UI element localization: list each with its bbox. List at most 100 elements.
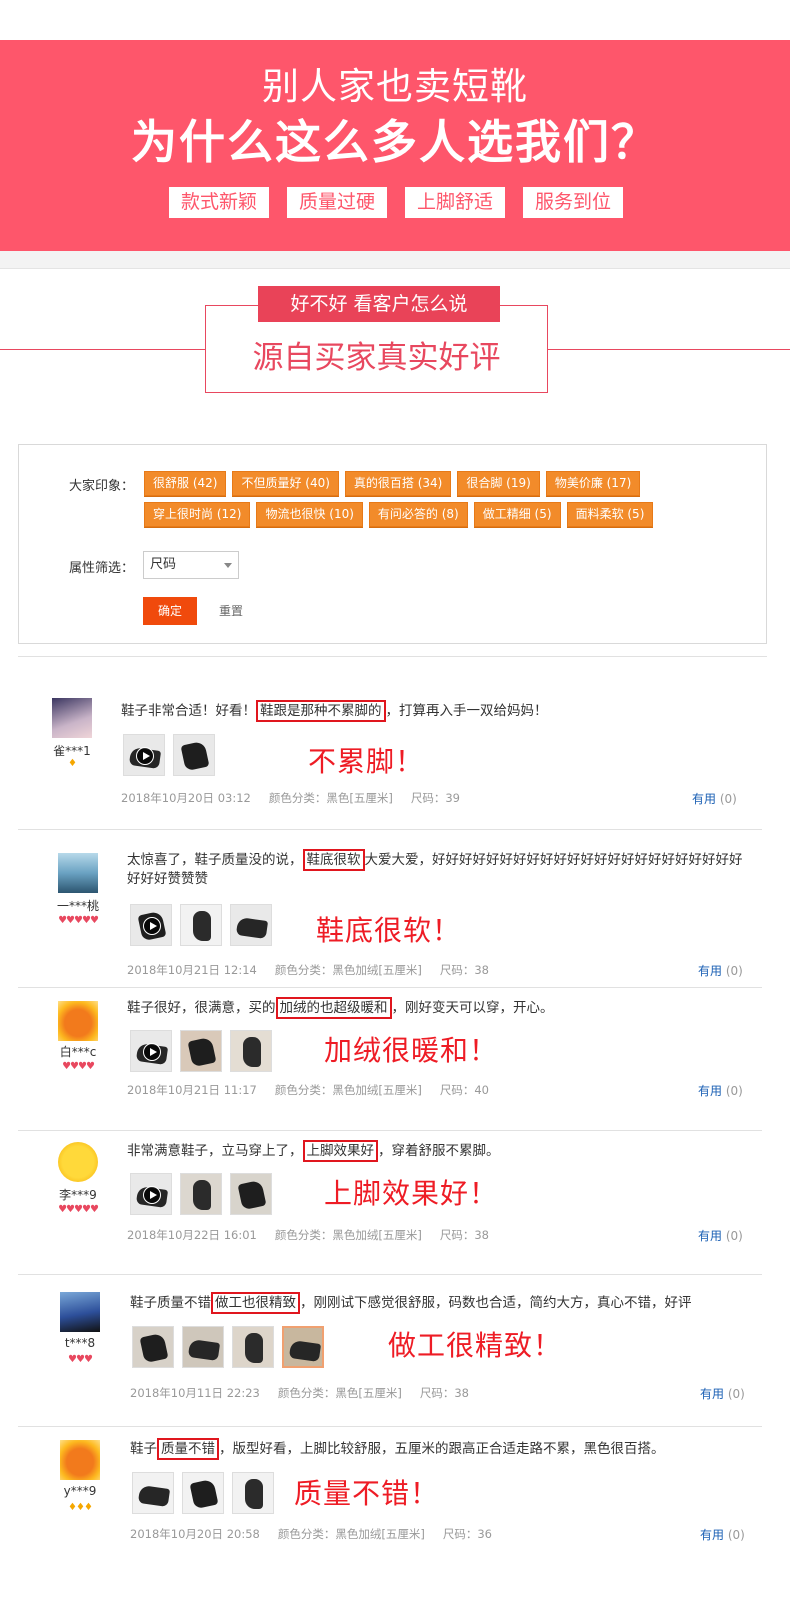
section-label: 好不好 看客户怎么说 [258, 286, 500, 322]
reputation-badge-icon: ♥♥♥ [68, 1354, 93, 1365]
divider [18, 1274, 762, 1275]
divider [18, 987, 762, 988]
play-icon [143, 917, 161, 935]
play-icon [136, 747, 154, 765]
review-photos [130, 1030, 272, 1072]
reputation-badge-icon: ♥♥♥♥♥ [58, 1204, 99, 1215]
hero-banner: 别人家也卖短靴 为什么这么多人选我们？ 款式新颖 质量过硬 上脚舒适 服务到位 [0, 40, 790, 251]
review-photo-thumb[interactable] [132, 1472, 174, 1514]
impression-chip[interactable]: 很舒服 (42) [144, 471, 227, 496]
impression-chip[interactable]: 穿上很时尚 (12) [144, 502, 251, 527]
divider [18, 1130, 762, 1131]
reset-button[interactable]: 重置 [219, 597, 243, 625]
review-size: 尺码：38 [439, 963, 489, 977]
useful-vote[interactable]: 有用 (0) [698, 1082, 743, 1099]
reviewer-name: 雀***1 [53, 744, 91, 758]
avatar[interactable] [52, 698, 92, 738]
review-text: 鞋子非常合适！好看！ 鞋跟是那种不累脚的 ，打算再入手一双给妈妈！ [121, 700, 731, 722]
useful-link[interactable]: 有用 [698, 1229, 722, 1243]
impression-chip[interactable]: 很合脚 (19) [457, 471, 540, 496]
review-photos [130, 904, 272, 946]
impression-chip[interactable]: 做工精细 (5) [473, 502, 561, 527]
impression-chips: 很舒服 (42) 不但质量好 (40) 真的很百搭 (34) 很合脚 (19) … [144, 471, 664, 527]
reviewer-name: 李***9 [59, 1188, 97, 1202]
useful-link[interactable]: 有用 [698, 1084, 722, 1098]
useful-vote[interactable]: 有用 (0) [700, 1526, 745, 1543]
reputation-badge-icon: ♥♥♥♥♥ [58, 915, 99, 926]
useful-link[interactable]: 有用 [700, 1528, 724, 1542]
review-text-part: 鞋子很好，很满意，买的 [127, 1000, 276, 1016]
review-highlight: 质量不错 [157, 1438, 219, 1460]
reputation-badge-icon: ♦♦♦ [68, 1502, 93, 1513]
impression-chip[interactable]: 物流也很快 (10) [256, 502, 363, 527]
divider [18, 1426, 762, 1427]
review-date: 2018年10月20日 20:58 [130, 1527, 260, 1541]
divider-band [0, 251, 790, 269]
play-icon [143, 1186, 161, 1204]
review-variant: 颜色分类：黑色加绒[五厘米] [277, 1527, 425, 1541]
chevron-down-icon [224, 563, 232, 568]
review-text-part: 非常满意鞋子，立马穿上了， [127, 1143, 303, 1159]
review-video-thumb[interactable] [130, 1173, 172, 1215]
review-variant: 颜色分类：黑色加绒[五厘米] [274, 963, 422, 977]
review-video-thumb[interactable] [130, 904, 172, 946]
avatar[interactable] [58, 853, 98, 893]
review-video-thumb[interactable] [130, 1030, 172, 1072]
review-size: 尺码：39 [410, 791, 460, 805]
review-photo-thumb[interactable] [230, 1030, 272, 1072]
highlight-callout: 加绒很暖和！ [324, 1034, 499, 1067]
review-text-part: ，刚刚试下感觉很舒服，码数也合适，简约大方，真心不错，好评 [300, 1295, 692, 1311]
useful-count: (0) [725, 1084, 743, 1098]
impression-chip[interactable]: 物美价廉 (17) [545, 471, 641, 496]
review-highlight: 鞋底很软 [302, 849, 365, 871]
review-size: 尺码：36 [442, 1527, 492, 1541]
useful-vote[interactable]: 有用 (0) [692, 790, 737, 807]
size-select[interactable]: 尺码 [143, 551, 239, 579]
useful-link[interactable]: 有用 [692, 792, 716, 806]
review-highlight: 做工也很精致 [211, 1292, 300, 1314]
impression-chip[interactable]: 真的很百搭 (34) [344, 471, 452, 496]
review-date: 2018年10月22日 16:01 [127, 1228, 257, 1242]
review-meta: 2018年10月21日 12:14 颜色分类：黑色加绒[五厘米] 尺码：38 [127, 962, 507, 978]
attribute-filter-label: 属性筛选： [69, 561, 135, 576]
avatar[interactable] [58, 1001, 98, 1041]
avatar[interactable] [60, 1292, 100, 1332]
highlight-callout: 做工很精致！ [388, 1329, 563, 1362]
review-photo-thumb[interactable] [182, 1472, 224, 1514]
review-photo-thumb[interactable] [180, 1173, 222, 1215]
review-photo-thumb[interactable] [232, 1326, 274, 1368]
confirm-button[interactable]: 确定 [143, 597, 197, 625]
review-date: 2018年10月20日 03:12 [121, 791, 251, 805]
review-photo-thumb[interactable] [173, 734, 215, 776]
review-photo-thumb[interactable] [230, 904, 272, 946]
review-photo-thumb[interactable] [182, 1326, 224, 1368]
review-variant: 颜色分类：黑色加绒[五厘米] [274, 1228, 422, 1242]
impression-chip[interactable]: 面料柔软 (5) [566, 502, 654, 527]
impression-chip[interactable]: 不但质量好 (40) [232, 471, 339, 496]
impressions-label: 大家印象： [69, 479, 135, 494]
useful-vote[interactable]: 有用 (0) [700, 1385, 745, 1402]
review-photo-thumb[interactable] [132, 1326, 174, 1368]
useful-link[interactable]: 有用 [698, 964, 722, 978]
divider [18, 829, 762, 830]
highlight-callout: 质量不错！ [294, 1477, 440, 1510]
banner-title: 为什么这么多人选我们？ [131, 115, 659, 169]
review-variant: 颜色分类：黑色加绒[五厘米] [274, 1083, 422, 1097]
useful-vote[interactable]: 有用 (0) [698, 962, 743, 979]
useful-link[interactable]: 有用 [700, 1387, 724, 1401]
review-meta: 2018年10月22日 16:01 颜色分类：黑色加绒[五厘米] 尺码：38 [127, 1227, 507, 1243]
impression-chip[interactable]: 有问必答的 (8) [368, 502, 468, 527]
review-highlight: 加绒的也超级暖和 [275, 997, 392, 1019]
divider [18, 656, 767, 657]
avatar[interactable] [60, 1440, 100, 1480]
review-photo-thumb[interactable] [180, 1030, 222, 1072]
review-photo-thumb-selected[interactable] [282, 1326, 324, 1368]
useful-vote[interactable]: 有用 (0) [698, 1227, 743, 1244]
review-video-thumb[interactable] [123, 734, 165, 776]
review-photo-thumb[interactable] [180, 904, 222, 946]
review-photo-thumb[interactable] [232, 1472, 274, 1514]
avatar[interactable] [58, 1142, 98, 1182]
review-text: 鞋子质量不错 做工也很精致 ，刚刚试下感觉很舒服，码数也合适，简约大方，真心不错，好… [130, 1292, 750, 1314]
section-title: 源自买家真实好评 [252, 340, 501, 376]
review-photo-thumb[interactable] [230, 1173, 272, 1215]
